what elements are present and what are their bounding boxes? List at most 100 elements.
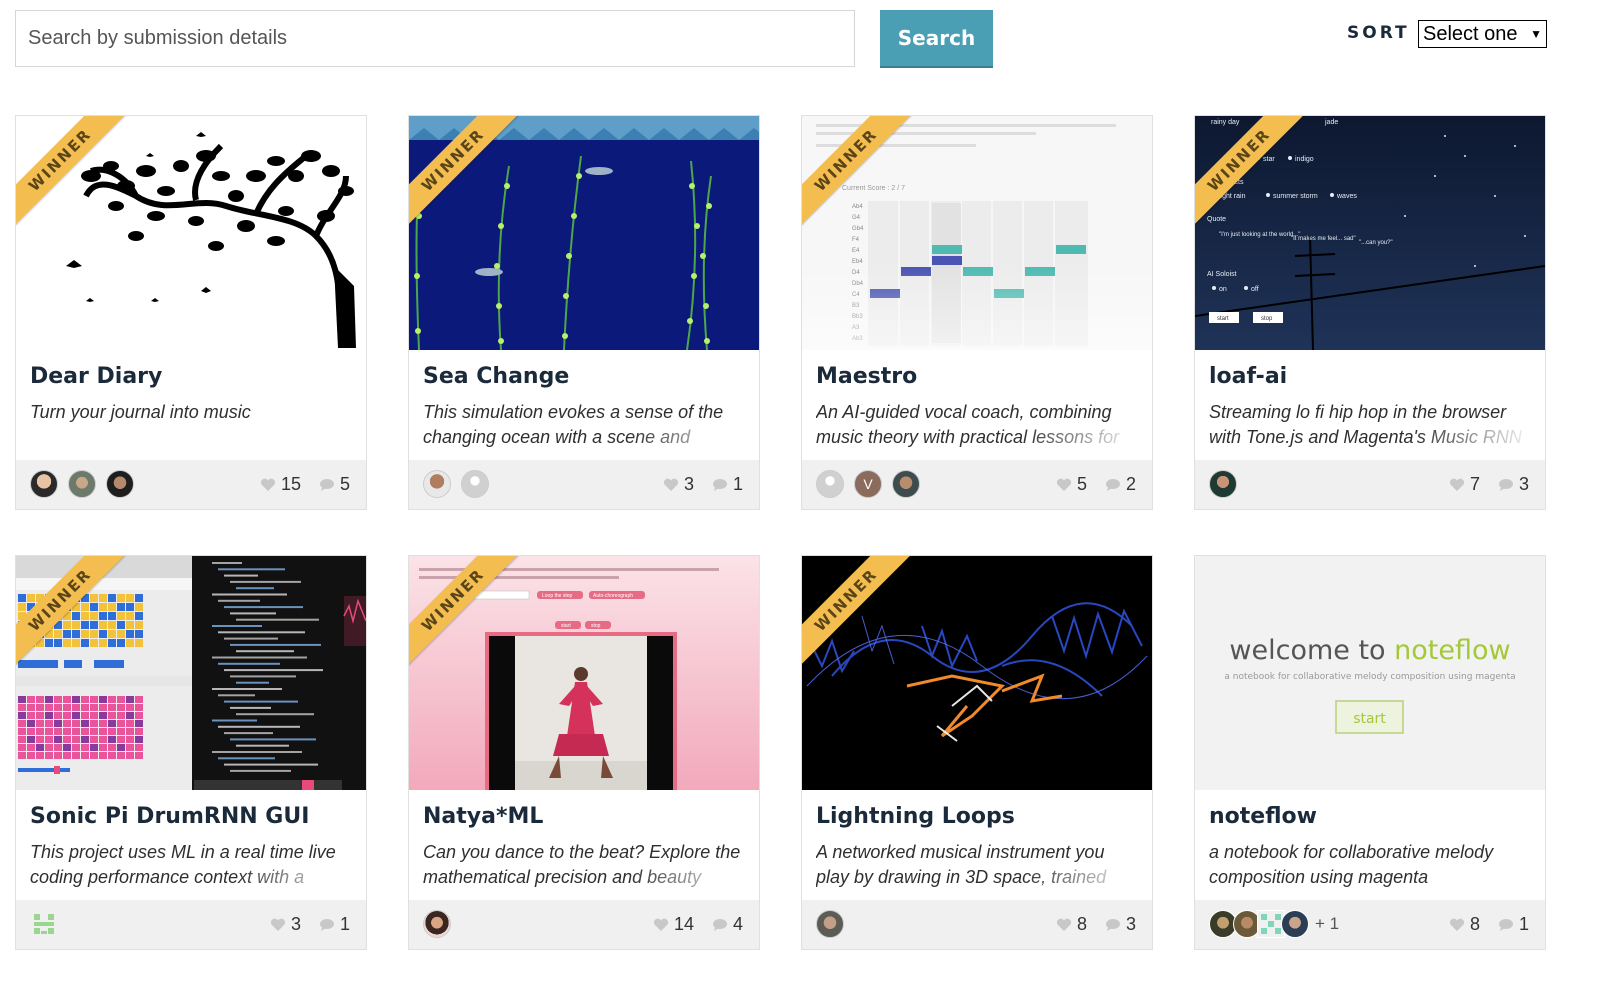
comment-icon [1105, 478, 1120, 491]
card-title[interactable]: Dear Diary [30, 364, 162, 389]
likes-count: 3 [290, 914, 301, 934]
card-title[interactable]: Sea Change [423, 364, 569, 389]
avatar[interactable] [1281, 910, 1309, 938]
avatar-group [30, 910, 68, 938]
loaf-q2: "It makes me feel... sad" [1291, 236, 1356, 242]
chevron-down-icon: ▼ [1530, 27, 1542, 41]
likes-count: 8 [1469, 914, 1480, 934]
card-title[interactable]: Lightning Loops [816, 804, 1015, 829]
card-description-text: a notebook for collaborative melody comp… [1209, 842, 1494, 887]
comments-stat[interactable]: 3 [1498, 474, 1529, 495]
loaf-waves: waves [1336, 193, 1357, 200]
heart-icon [1449, 918, 1465, 931]
avatar-group [1209, 470, 1247, 498]
avatar-group: + 1 [1209, 910, 1339, 938]
comments-count: 5 [339, 474, 350, 494]
heart-icon [1449, 478, 1465, 491]
card-stats: 3 1 [645, 474, 743, 495]
avatar-default[interactable] [816, 470, 844, 498]
heart-icon [1056, 918, 1072, 931]
avatar[interactable] [68, 470, 96, 498]
avatar[interactable] [892, 470, 920, 498]
avatar[interactable] [816, 910, 844, 938]
likes-stat[interactable]: 14 [653, 914, 694, 935]
submission-card[interactable]: welcome to noteflow a notebook for colla… [1194, 555, 1546, 950]
submission-card[interactable]: WINNER Dear Diary Turn your journal into… [15, 115, 367, 510]
comments-count: 1 [1518, 914, 1529, 934]
avatar[interactable] [423, 910, 451, 938]
winner-label: WINNER [16, 556, 126, 666]
comment-icon [1498, 918, 1513, 931]
likes-count: 15 [280, 474, 301, 494]
comments-stat[interactable]: 1 [319, 914, 350, 935]
search-button[interactable]: Search [880, 10, 993, 68]
submission-card[interactable]: WINNER Sonic Pi DrumRNN GUI This project… [15, 555, 367, 950]
likes-stat[interactable]: 3 [663, 474, 694, 495]
maestro-note-label: F4 [852, 237, 860, 243]
avatar[interactable] [423, 470, 451, 498]
winner-label: WINNER [1195, 116, 1305, 226]
comments-stat[interactable]: 1 [712, 474, 743, 495]
sort-label: SORT [1347, 23, 1410, 43]
card-title[interactable]: Natya*ML [423, 804, 543, 829]
comments-stat[interactable]: 5 [319, 474, 350, 495]
comments-stat[interactable]: 4 [712, 914, 743, 935]
comments-count: 3 [1518, 474, 1529, 494]
more-contributors[interactable]: + 1 [1315, 914, 1339, 934]
likes-stat[interactable]: 15 [260, 474, 301, 495]
comments-count: 4 [732, 914, 743, 934]
card-title[interactable]: loaf-ai [1209, 364, 1287, 389]
card-title[interactable]: Maestro [816, 364, 917, 389]
submission-card[interactable]: WINNER Lightning Loops A networked music… [801, 555, 1153, 950]
card-stats: 15 5 [242, 474, 350, 495]
comment-icon [1498, 478, 1513, 491]
card-description: A networked musical instrument you play … [816, 840, 1142, 890]
winner-ribbon: WINNER [16, 556, 126, 666]
card-thumbnail[interactable]: welcome to noteflow a notebook for colla… [1195, 556, 1545, 790]
loaf-off: off [1251, 286, 1259, 293]
comments-count: 2 [1125, 474, 1136, 494]
submission-card[interactable]: Loop the step Auto-choreograph start sto… [408, 555, 760, 950]
likes-stat[interactable]: 8 [1056, 914, 1087, 935]
loaf-q1: "I'm just looking at the world..." [1219, 232, 1300, 238]
avatar-group [30, 470, 144, 498]
winner-label: WINNER [409, 556, 519, 666]
comments-stat[interactable]: 3 [1105, 914, 1136, 935]
identicon-avatar[interactable] [30, 910, 58, 938]
avatar-letter[interactable]: V [854, 470, 882, 498]
comment-icon [319, 918, 334, 931]
card-footer: 3 1 [16, 900, 366, 949]
avatar[interactable] [1209, 470, 1237, 498]
comment-icon [319, 478, 334, 491]
card-footer: + 1 8 1 [1195, 900, 1545, 949]
submission-card[interactable]: rainy day jade star indigo effects light… [1194, 115, 1546, 510]
card-title[interactable]: Sonic Pi DrumRNN GUI [30, 804, 309, 829]
avatar-default[interactable] [461, 470, 489, 498]
card-description: This simulation evokes a sense of the ch… [423, 400, 749, 450]
likes-stat[interactable]: 5 [1056, 474, 1087, 495]
natya-stop-button: stop [591, 623, 601, 629]
likes-stat[interactable]: 8 [1449, 914, 1480, 935]
comments-count: 1 [339, 914, 350, 934]
avatar[interactable] [106, 470, 134, 498]
likes-stat[interactable]: 7 [1449, 474, 1480, 495]
comment-icon [1105, 918, 1120, 931]
avatar[interactable] [30, 470, 58, 498]
maestro-note-label: E4 [852, 248, 860, 254]
submission-card[interactable]: WINNER Sea Change This simulation evokes… [408, 115, 760, 510]
maestro-note-label: Gb4 [852, 226, 864, 232]
heart-icon [270, 918, 286, 931]
sort-select[interactable]: Select one ▼ [1418, 20, 1547, 48]
comments-stat[interactable]: 2 [1105, 474, 1136, 495]
loaf-on: on [1219, 286, 1227, 293]
avatar-group [816, 910, 854, 938]
likes-count: 8 [1076, 914, 1087, 934]
card-title[interactable]: noteflow [1209, 804, 1317, 829]
winner-ribbon: WINNER [409, 116, 519, 226]
card-footer: 7 3 [1195, 460, 1545, 509]
comment-icon [712, 478, 727, 491]
likes-stat[interactable]: 3 [270, 914, 301, 935]
submission-card[interactable]: Current Score : 2 / 7 Ab4G4Gb4F4E4Eb4D4D… [801, 115, 1153, 510]
search-input[interactable] [15, 10, 855, 67]
comments-stat[interactable]: 1 [1498, 914, 1529, 935]
